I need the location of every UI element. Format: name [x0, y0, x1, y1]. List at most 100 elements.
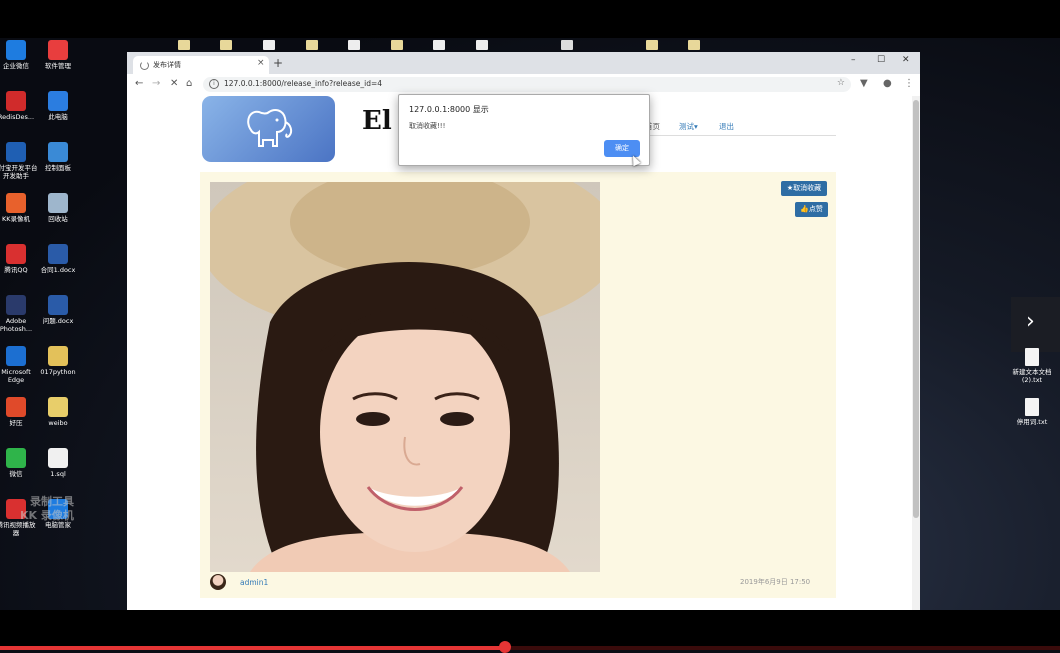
desktop-icon-hetong-docx[interactable]: 合同1.docx: [36, 244, 80, 274]
desktop-icon-kk-luxiangji[interactable]: KK录像机: [0, 193, 38, 223]
desktop-icon-label: 腾讯视频播放器: [0, 521, 36, 537]
progress-fill: [0, 646, 505, 650]
desktop-icon-kongzhi-mianban[interactable]: 控制面板: [36, 142, 80, 172]
site-logo[interactable]: [202, 96, 335, 162]
desktop-icon-ci-diannao[interactable]: 此电脑: [36, 91, 80, 121]
bookmark-star-icon[interactable]: ☆: [837, 78, 845, 88]
home-icon[interactable]: ⌂: [186, 78, 192, 89]
desktop-icon-huishouzhan[interactable]: 回收站: [36, 193, 80, 223]
desktop-icon-label: 1.sql: [50, 470, 66, 478]
desktop-icon-haoya[interactable]: 好压: [0, 397, 38, 427]
like-button[interactable]: 👍点赞: [795, 202, 828, 217]
desktop-icon-label: 控制面板: [45, 164, 71, 172]
top-nav: 首页 测试▾ 退出: [643, 117, 836, 136]
adobe-photoshop-icon: [6, 295, 26, 315]
tab-close-icon[interactable]: ×: [257, 58, 265, 68]
maximize-button[interactable]: ☐: [877, 55, 885, 65]
desktop-icon-1-sql[interactable]: 1.sql: [36, 448, 80, 478]
screen-top-bar: [0, 0, 1060, 38]
screen-bottom-bar: [0, 610, 1060, 650]
017python-icon: [48, 346, 68, 366]
portrait-image: [210, 182, 600, 572]
kk-luxiangji-icon: [6, 193, 26, 213]
microsoft-edge-icon: [6, 346, 26, 366]
minimize-button[interactable]: –: [851, 55, 856, 65]
desktop-icon-017python[interactable]: 017python: [36, 346, 80, 376]
author-name[interactable]: admin1: [240, 578, 268, 587]
cancel-favorite-button[interactable]: ★取消收藏: [781, 181, 827, 196]
site-title: El: [362, 106, 392, 136]
video-progress-bar[interactable]: [0, 641, 1060, 653]
extension-icon[interactable]: ▼: [860, 78, 868, 89]
wenti-docx-icon: [48, 295, 68, 315]
desktop-icon-weixin[interactable]: 微信: [0, 448, 38, 478]
next-arrow-button[interactable]: ›: [1011, 297, 1060, 352]
e-fuzhan-icon: [6, 142, 26, 162]
desktop-folder-strip: [178, 40, 708, 50]
desktop-icon-wenti-docx[interactable]: 问题.docx: [36, 295, 80, 325]
recorder-watermark: 录制工具 KK 录像机: [20, 495, 74, 522]
menu-icon[interactable]: ⋮: [904, 78, 914, 89]
desktop-icon-label: 软件管理: [45, 62, 71, 70]
desktop-icon-label: Microsoft Edge: [1, 368, 31, 384]
desktop-icon-ruanjian-guanli[interactable]: 软件管理: [36, 40, 80, 70]
text-file-icon: [1025, 398, 1039, 416]
post-date: 2019年6月9日 17:50: [740, 578, 811, 586]
ci-diannao-icon: [48, 91, 68, 111]
desktop-icon-label: 此电脑: [48, 113, 68, 121]
hetong-docx-icon: [48, 244, 68, 264]
text-file-icon: [1025, 348, 1039, 366]
alert-dialog: 127.0.0.1:8000 显示 取消收藏!!! 确定: [398, 94, 650, 166]
desktop-icon-qiye-weixin[interactable]: 企业微信: [0, 40, 38, 70]
desktop-icon-microsoft-edge[interactable]: Microsoft Edge: [0, 346, 38, 384]
desktop-icon-label: 合同1.docx: [40, 266, 76, 274]
desktop-icon-label: E付宝开发平台开发助手: [0, 164, 38, 180]
weixin-icon: [6, 448, 26, 468]
desktop-icon-redis-desktop[interactable]: RedisDes...: [0, 91, 38, 121]
desktop-icon-label: 017python: [40, 368, 76, 376]
info-icon[interactable]: i: [209, 79, 219, 89]
dialog-message: 取消收藏!!!: [409, 122, 446, 130]
desktop-icon-e-fuzhan[interactable]: E付宝开发平台开发助手: [0, 142, 38, 180]
tab-release-detail[interactable]: 发布详情 ×: [133, 56, 269, 74]
redis-desktop-icon: [6, 91, 26, 111]
stop-icon[interactable]: ✕: [170, 78, 178, 89]
kongzhi-mianban-icon: [48, 142, 68, 162]
forward-icon[interactable]: →: [152, 78, 160, 89]
chevron-right-icon: ›: [1026, 309, 1035, 334]
progress-knob[interactable]: [499, 641, 511, 653]
desktop-icon-adobe-photoshop[interactable]: Adobe Photosh...: [0, 295, 38, 333]
desktop-file-new-txt[interactable]: 新建文本文档 (2).txt: [1004, 348, 1060, 384]
nav-logout[interactable]: 退出: [719, 121, 734, 132]
elephant-logo-icon: [247, 109, 293, 147]
desktop-icon-label: KK录像机: [1, 215, 31, 223]
ruanjian-guanli-icon: [48, 40, 68, 60]
post-photo: [210, 182, 600, 572]
desktop-icon-label: weibo: [48, 419, 68, 427]
desktop-icon-label: RedisDes...: [0, 113, 35, 121]
1-sql-icon: [48, 448, 68, 468]
weibo-icon: [48, 397, 68, 417]
page-content: El 首页 测试▾ 退出 ★取消收藏 👍点赞 admin1 2019年6月9日 …: [127, 96, 920, 610]
desktop-icon-label: 腾讯QQ: [4, 266, 28, 274]
desktop-icon-label: 好压: [9, 419, 23, 427]
profile-icon[interactable]: ●: [883, 78, 892, 89]
desktop-icon-weibo[interactable]: weibo: [36, 397, 80, 427]
back-icon[interactable]: ←: [135, 78, 143, 89]
tab-title: 发布详情: [153, 61, 181, 69]
close-window-button[interactable]: ✕: [902, 55, 910, 65]
nav-test-dropdown[interactable]: 测试▾: [679, 121, 698, 132]
new-tab-button[interactable]: +: [273, 56, 283, 70]
author-avatar[interactable]: [210, 574, 226, 590]
desktop-icon-label: Adobe Photosh...: [0, 317, 33, 333]
desktop-icon-tengxun-qq[interactable]: 腾讯QQ: [0, 244, 38, 274]
page-scrollbar[interactable]: [912, 96, 920, 610]
scrollbar-thumb[interactable]: [913, 100, 919, 518]
desktop-file-stopwords[interactable]: 停用词.txt: [1004, 398, 1060, 426]
dialog-title: 127.0.0.1:8000 显示: [409, 105, 489, 114]
address-bar[interactable]: i 127.0.0.1:8000/release_info?release_id…: [203, 77, 851, 92]
qiye-weixin-icon: [6, 40, 26, 60]
haoya-icon: [6, 397, 26, 417]
desktop-icon-label: 微信: [9, 470, 23, 478]
tab-strip: 发布详情 × + – ☐ ✕: [127, 52, 920, 74]
